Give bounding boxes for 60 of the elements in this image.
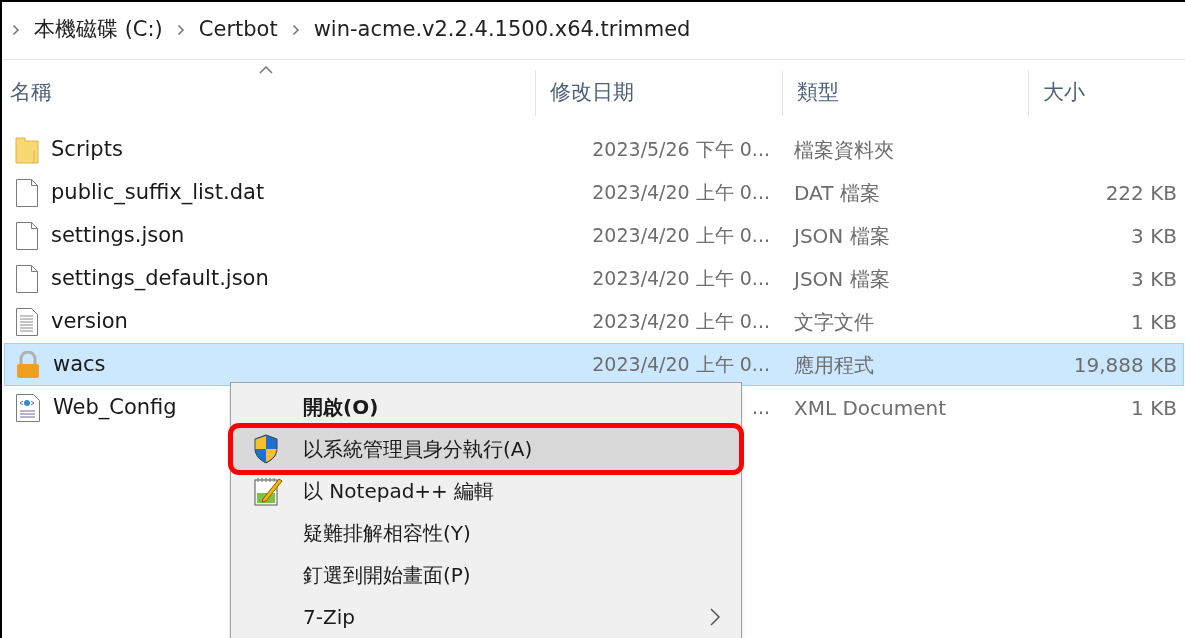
file-name[interactable]: settings_default.json [51, 262, 269, 295]
menu-label: 以系統管理員身分執行(A) [303, 436, 533, 463]
menu-item[interactable]: 7-Zip [233, 596, 739, 638]
file-size: 1 KB [1130, 394, 1178, 422]
padlock-icon [15, 350, 41, 379]
document-icon [15, 263, 39, 294]
file-type: XML Document [793, 394, 948, 422]
menu-label: 以 Notepad++ 編輯 [303, 478, 495, 505]
menu-label: 疑難排解相容性(Y) [303, 520, 471, 547]
menu-item[interactable]: 疑難排解相容性(Y) [233, 512, 739, 554]
chevron-right-icon [12, 23, 20, 36]
modified-date: 2023/4/20 上午 0... [592, 223, 770, 249]
file-size: 3 KB [1130, 222, 1178, 250]
menu-item[interactable]: 以 Notepad++ 編輯 [233, 470, 739, 512]
file-name: wacs [53, 350, 106, 378]
menu-label: 釘選到開始畫面(P) [303, 562, 471, 589]
selected-file-row[interactable]: wacs 2023/4/20 上午 0... 應用程式 19,888 KB [4, 343, 1184, 386]
modified-date: 2023/4/20 上午 0... [592, 180, 770, 206]
document-icon [15, 220, 39, 251]
modified-date: 2023/4/20 上午 0... [592, 266, 770, 292]
file-type: 應用程式 [793, 351, 875, 379]
modified-date: ... [751, 395, 770, 421]
chevron-right-icon [291, 23, 300, 36]
file-name[interactable]: Web_Config [53, 391, 177, 424]
file-name[interactable]: public_suffix_list.dat [51, 176, 265, 209]
file-name[interactable]: settings.json [51, 219, 185, 252]
notepad-icon [253, 475, 283, 507]
file-size: 222 KB [1104, 179, 1178, 207]
breadcrumb-item[interactable]: win-acme.v2.2.4.1500.x64.trimmed [313, 13, 691, 46]
file-size: 19,888 KB [1072, 351, 1178, 379]
text-document-icon [15, 306, 39, 337]
file-size: 1 KB [1130, 308, 1178, 336]
file-type: JSON 檔案 [792, 265, 891, 293]
file-type: DAT 檔案 [793, 179, 881, 207]
file-type: JSON 檔案 [792, 222, 891, 250]
file-type: 文字文件 [793, 308, 875, 336]
modified-date: 2023/4/20 上午 0... [592, 309, 770, 335]
column-header[interactable]: 名稱 [10, 80, 52, 105]
menu-item[interactable]: 釘選到開始畫面(P) [233, 554, 739, 596]
xml-document-icon [15, 392, 41, 423]
file-name[interactable]: Scripts [51, 133, 123, 166]
column-header[interactable]: 修改日期 [550, 77, 634, 109]
shield-icon [253, 434, 279, 464]
column-header[interactable]: 大小 [1043, 77, 1085, 109]
file-name[interactable]: version [51, 305, 128, 338]
file-type: 檔案資料夾 [793, 136, 895, 164]
menu-item[interactable]: 開啟(O) [233, 386, 739, 428]
modified-date: 2023/4/20 上午 0... [592, 352, 770, 378]
menu-label: 開啟(O) [303, 394, 379, 421]
chevron-right-icon [176, 23, 185, 36]
document-icon [15, 177, 39, 208]
folder-icon [15, 135, 39, 164]
file-size: 3 KB [1130, 265, 1178, 293]
column-header[interactable]: 類型 [797, 77, 839, 109]
chevron-right-icon [709, 607, 721, 627]
menu-label: 7-Zip [303, 604, 355, 631]
modified-date: 2023/5/26 下午 0... [592, 137, 770, 163]
breadcrumb-item[interactable]: Certbot [198, 13, 278, 46]
breadcrumb-item[interactable]: 本機磁碟 (C:) [34, 13, 163, 46]
sort-ascending-icon [259, 66, 273, 74]
